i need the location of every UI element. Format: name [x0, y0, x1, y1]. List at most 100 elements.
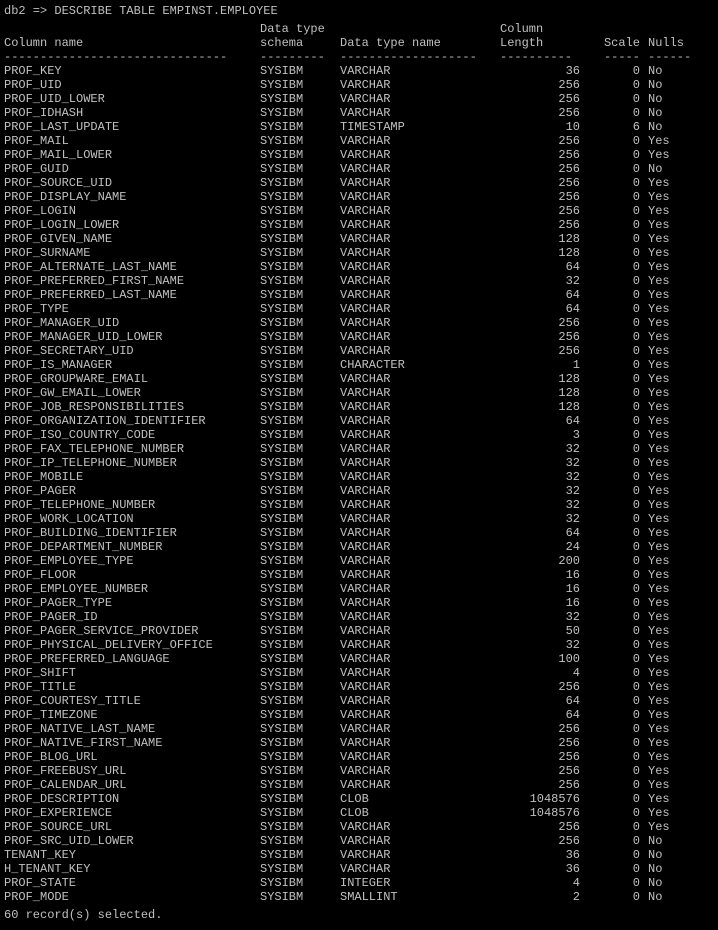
- table-row: PROF_IDHASHSYSIBMVARCHAR2560No: [4, 106, 714, 120]
- table-row: PROF_NATIVE_LAST_NAMESYSIBMVARCHAR2560Ye…: [4, 722, 714, 736]
- cell-type: VARCHAR: [340, 414, 500, 428]
- cell-nulls: Yes: [640, 288, 688, 302]
- cell-schema: SYSIBM: [260, 78, 340, 92]
- cell-nulls: Yes: [640, 484, 688, 498]
- cell-schema: SYSIBM: [260, 274, 340, 288]
- cell-name: PROF_DESCRIPTION: [4, 792, 260, 806]
- cell-name: PROF_GROUPWARE_EMAIL: [4, 372, 260, 386]
- cell-length: 36: [500, 862, 580, 876]
- cell-schema: SYSIBM: [260, 246, 340, 260]
- cell-schema: SYSIBM: [260, 512, 340, 526]
- cell-scale: 0: [580, 750, 640, 764]
- cell-name: PROF_PREFERRED_LAST_NAME: [4, 288, 260, 302]
- cell-nulls: Yes: [640, 764, 688, 778]
- cell-name: PROF_LAST_UPDATE: [4, 120, 260, 134]
- cell-type: SMALLINT: [340, 890, 500, 904]
- cell-scale: 0: [580, 806, 640, 820]
- cell-nulls: Yes: [640, 400, 688, 414]
- cell-nulls: Yes: [640, 176, 688, 190]
- cell-name: PROF_WORK_LOCATION: [4, 512, 260, 526]
- cell-type: VARCHAR: [340, 442, 500, 456]
- cell-length: 256: [500, 78, 580, 92]
- cell-scale: 0: [580, 568, 640, 582]
- cell-scale: 0: [580, 358, 640, 372]
- cell-nulls: Yes: [640, 372, 688, 386]
- cell-length: 10: [500, 120, 580, 134]
- cell-nulls: Yes: [640, 302, 688, 316]
- cell-schema: SYSIBM: [260, 540, 340, 554]
- table-row: PROF_DESCRIPTIONSYSIBMCLOB10485760Yes: [4, 792, 714, 806]
- cell-scale: 0: [580, 708, 640, 722]
- cell-scale: 0: [580, 456, 640, 470]
- cell-type: CHARACTER: [340, 358, 500, 372]
- cell-type: CLOB: [340, 792, 500, 806]
- cell-schema: SYSIBM: [260, 260, 340, 274]
- cell-name: PROF_SOURCE_UID: [4, 176, 260, 190]
- cell-nulls: Yes: [640, 260, 688, 274]
- cell-name: PROF_MOBILE: [4, 470, 260, 484]
- cell-nulls: No: [640, 848, 688, 862]
- cell-length: 256: [500, 820, 580, 834]
- cell-type: VARCHAR: [340, 330, 500, 344]
- cell-name: PROF_PAGER: [4, 484, 260, 498]
- cell-length: 64: [500, 260, 580, 274]
- cell-schema: SYSIBM: [260, 624, 340, 638]
- cell-scale: 0: [580, 638, 640, 652]
- cell-name: PROF_KEY: [4, 64, 260, 78]
- cell-schema: SYSIBM: [260, 358, 340, 372]
- cell-nulls: Yes: [640, 568, 688, 582]
- cell-scale: 0: [580, 330, 640, 344]
- cell-type: VARCHAR: [340, 708, 500, 722]
- cell-schema: SYSIBM: [260, 792, 340, 806]
- cell-schema: SYSIBM: [260, 288, 340, 302]
- cell-type: VARCHAR: [340, 666, 500, 680]
- cell-type: VARCHAR: [340, 834, 500, 848]
- cell-type: VARCHAR: [340, 652, 500, 666]
- cell-name: PROF_MANAGER_UID: [4, 316, 260, 330]
- cell-scale: 0: [580, 344, 640, 358]
- cell-name: PROF_GUID: [4, 162, 260, 176]
- cell-length: 32: [500, 274, 580, 288]
- cell-nulls: Yes: [640, 540, 688, 554]
- cell-length: 128: [500, 386, 580, 400]
- cell-schema: SYSIBM: [260, 750, 340, 764]
- cell-type: VARCHAR: [340, 176, 500, 190]
- cell-length: 1048576: [500, 792, 580, 806]
- cell-name: PROF_ALTERNATE_LAST_NAME: [4, 260, 260, 274]
- cell-name: PROF_SOURCE_URL: [4, 820, 260, 834]
- dash2: ---------: [260, 50, 340, 64]
- cell-name: PROF_EXPERIENCE: [4, 806, 260, 820]
- cell-type: VARCHAR: [340, 400, 500, 414]
- cell-scale: 0: [580, 442, 640, 456]
- cell-scale: 0: [580, 386, 640, 400]
- cell-schema: SYSIBM: [260, 862, 340, 876]
- table-row: PROF_CALENDAR_URLSYSIBMVARCHAR2560Yes: [4, 778, 714, 792]
- table-row: PROF_ISO_COUNTRY_CODESYSIBMVARCHAR30Yes: [4, 428, 714, 442]
- cell-schema: SYSIBM: [260, 148, 340, 162]
- table-row: PROF_EMPLOYEE_NUMBERSYSIBMVARCHAR160Yes: [4, 582, 714, 596]
- cell-nulls: Yes: [640, 358, 688, 372]
- cell-schema: SYSIBM: [260, 736, 340, 750]
- hdr-col4b: Length: [500, 36, 580, 50]
- cell-nulls: Yes: [640, 456, 688, 470]
- cell-type: VARCHAR: [340, 778, 500, 792]
- cell-name: PROF_COURTESY_TITLE: [4, 694, 260, 708]
- cell-nulls: Yes: [640, 792, 688, 806]
- cell-type: VARCHAR: [340, 246, 500, 260]
- cell-type: VARCHAR: [340, 78, 500, 92]
- cell-scale: 0: [580, 288, 640, 302]
- cell-schema: SYSIBM: [260, 442, 340, 456]
- cell-name: PROF_BUILDING_IDENTIFIER: [4, 526, 260, 540]
- cell-schema: SYSIBM: [260, 316, 340, 330]
- table-row: PROF_ALTERNATE_LAST_NAMESYSIBMVARCHAR640…: [4, 260, 714, 274]
- cell-type: VARCHAR: [340, 638, 500, 652]
- cell-name: PROF_MAIL_LOWER: [4, 148, 260, 162]
- cell-type: VARCHAR: [340, 498, 500, 512]
- cell-nulls: No: [640, 162, 688, 176]
- cell-scale: 0: [580, 610, 640, 624]
- cell-type: VARCHAR: [340, 302, 500, 316]
- cell-schema: SYSIBM: [260, 372, 340, 386]
- cell-nulls: Yes: [640, 386, 688, 400]
- table-row: PROF_PREFERRED_FIRST_NAMESYSIBMVARCHAR32…: [4, 274, 714, 288]
- table-body: PROF_KEYSYSIBMVARCHAR360NoPROF_UIDSYSIBM…: [4, 64, 714, 904]
